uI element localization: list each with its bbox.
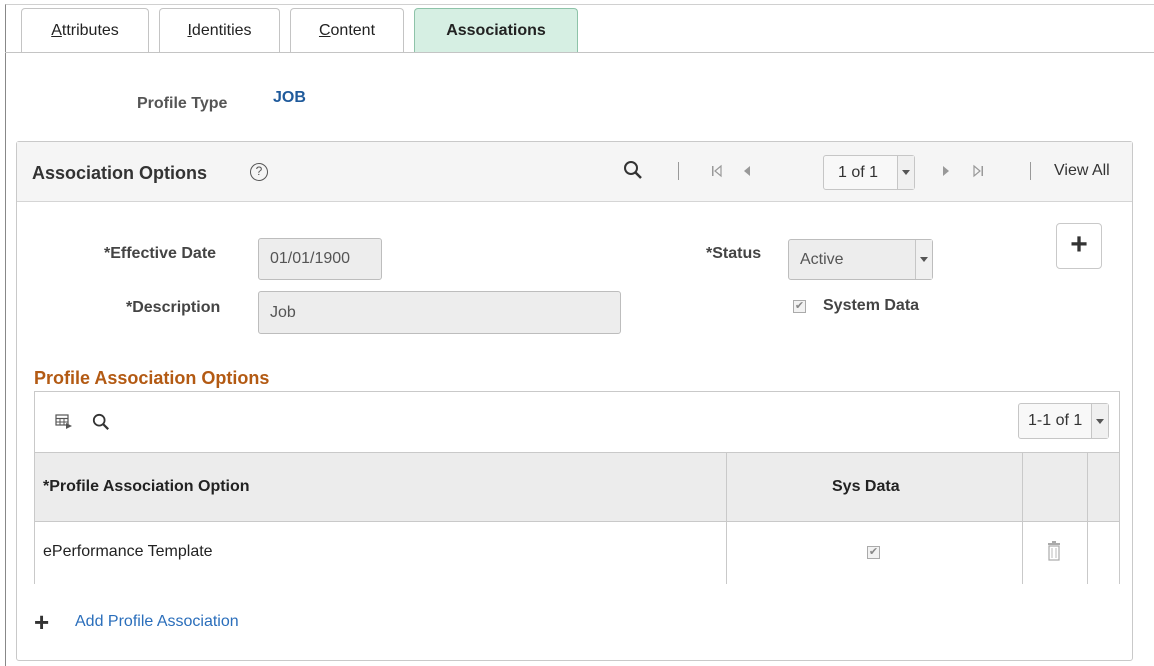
effective-date-label: *Effective Date: [104, 245, 217, 262]
tab-attributes-accesskey: A: [51, 22, 62, 39]
grid-toolbar: 1-1 of 1: [35, 392, 1119, 452]
panel-title: Association Options: [32, 163, 208, 183]
column-divider: [726, 522, 727, 584]
grid-header: *Profile Association Option Sys Data: [35, 452, 1119, 522]
tab-content-accesskey: C: [318, 22, 331, 39]
help-icon[interactable]: ?: [250, 163, 268, 181]
tab-attributes-label: ttributes: [61, 22, 119, 39]
grid-pager-value: 1-1 of 1: [1028, 412, 1083, 429]
tab-content-label: ontent: [330, 22, 376, 39]
plus-icon[interactable]: +: [34, 609, 49, 635]
profile-type-value: JOB: [273, 89, 306, 106]
profile-type-label: Profile Type: [137, 95, 228, 112]
next-icon[interactable]: [941, 164, 951, 178]
panel-pager-value: 1 of 1: [838, 164, 879, 181]
status-label: *Status: [706, 245, 762, 262]
first-page-icon[interactable]: [711, 164, 723, 178]
add-profile-association-link[interactable]: Add Profile Association: [75, 613, 239, 631]
view-all-link[interactable]: View All: [1054, 162, 1110, 180]
last-page-icon[interactable]: [972, 164, 984, 178]
section-title: Profile Association Options: [34, 368, 270, 388]
status-select[interactable]: Active: [788, 239, 933, 280]
system-data-checkbox: ✔: [793, 300, 806, 313]
column-header-option[interactable]: *Profile Association Option: [43, 478, 250, 496]
system-data-label: System Data: [823, 297, 920, 314]
grid-pager-select[interactable]: 1-1 of 1: [1018, 403, 1109, 439]
panel-header: Association Options ? 1 of 1 View All: [17, 142, 1132, 202]
chevron-down-icon[interactable]: [915, 240, 932, 279]
description-label: *Description: [126, 299, 221, 316]
tab-identities-label: dentities: [191, 22, 252, 39]
column-divider: [726, 453, 727, 521]
search-icon[interactable]: [92, 413, 110, 431]
sys-data-checkbox: ✔: [867, 546, 880, 559]
chevron-down-icon[interactable]: [897, 156, 914, 189]
tab-identities[interactable]: Identities: [159, 8, 280, 52]
association-options-panel: Association Options ? 1 of 1 View All *E…: [16, 141, 1133, 661]
column-divider: [1022, 453, 1023, 521]
trash-icon[interactable]: [1047, 541, 1061, 561]
tab-divider: [5, 52, 1154, 53]
tab-attributes[interactable]: Attributes: [21, 8, 149, 52]
profile-association-grid: 1-1 of 1 *Profile Association Option Sys…: [34, 391, 1120, 584]
option-cell: ePerformance Template: [43, 543, 213, 560]
chevron-down-icon[interactable]: [1091, 404, 1108, 438]
column-divider: [1087, 453, 1088, 521]
tab-content[interactable]: Content: [290, 8, 404, 52]
table-row: ePerformance Template ✔: [35, 522, 1119, 584]
column-divider: [1087, 522, 1088, 584]
effective-date-field[interactable]: 01/01/1900: [258, 238, 382, 280]
add-row-button[interactable]: +: [1056, 223, 1102, 269]
tab-associations[interactable]: Associations: [414, 8, 578, 52]
separator: [1030, 162, 1031, 180]
panel-pager-select[interactable]: 1 of 1: [823, 155, 915, 190]
personalize-grid-icon[interactable]: [55, 414, 73, 430]
search-icon[interactable]: [623, 160, 643, 180]
column-divider: [1022, 522, 1023, 584]
status-value: Active: [800, 251, 844, 268]
description-field[interactable]: Job: [258, 291, 621, 334]
previous-icon[interactable]: [742, 164, 752, 178]
column-header-sys-data[interactable]: Sys Data: [832, 478, 900, 496]
separator: [678, 162, 679, 180]
